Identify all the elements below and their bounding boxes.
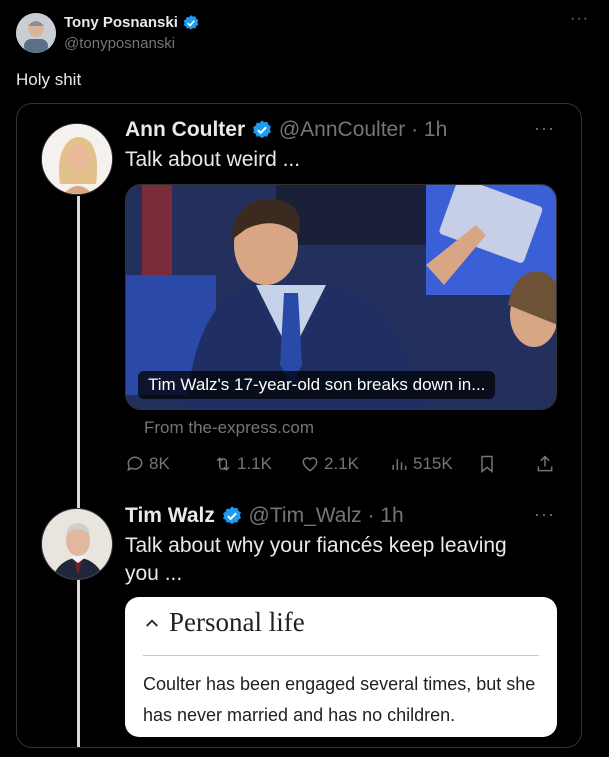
quoted-timestamp: · 1h — [411, 118, 448, 141]
link-card-image: Tim Walz's 17-year-old son breaks down i… — [125, 184, 557, 410]
verified-badge-icon — [183, 15, 199, 30]
more-options-icon: ··· — [534, 504, 555, 524]
like-count: 2.1K — [324, 454, 359, 473]
views-action: 515K — [389, 454, 453, 474]
quoted-author-row: Ann Coulter @AnnCoulter · 1h — [125, 118, 447, 142]
link-card-title: Tim Walz's 17-year-old son breaks down i… — [138, 371, 496, 399]
embedded-thread-image[interactable]: Ann Coulter @AnnCoulter · 1h ··· Talk ab… — [16, 103, 582, 748]
reply-action: 8K — [125, 454, 170, 474]
quoted-tweet-text: Talk about weird ... — [125, 148, 301, 171]
more-options-icon: ··· — [534, 118, 555, 138]
author-name-row[interactable]: Tony Posnanski — [64, 14, 200, 32]
quoted-author-handle: @AnnCoulter — [278, 118, 406, 141]
wiki-excerpt: Personal life Coulter has been engaged s… — [125, 597, 557, 737]
wiki-body-text: Coulter has been engaged several times, … — [143, 674, 536, 725]
reply-icon — [127, 456, 143, 472]
divider — [143, 655, 539, 656]
thread-connector — [77, 196, 80, 747]
more-options-icon[interactable]: ··· — [570, 10, 589, 28]
reply-avatar — [41, 508, 113, 580]
avatar[interactable] — [16, 13, 56, 53]
reply-author-handle: @Tim_Walz — [248, 504, 362, 527]
author-name[interactable]: Tony Posnanski — [64, 14, 178, 31]
repost-action: 1.1K — [213, 454, 272, 474]
verified-badge-icon — [253, 120, 271, 139]
bookmark-icon — [481, 455, 493, 474]
share-action — [535, 454, 555, 474]
verified-badge-icon — [222, 506, 241, 525]
share-icon — [537, 455, 553, 472]
like-action: 2.1K — [300, 454, 359, 474]
author-handle[interactable]: @tonyposnanski — [64, 35, 175, 52]
repost-count: 1.1K — [237, 454, 272, 473]
reply-tweet-text: Talk about why your fiancés keep leaving… — [125, 534, 507, 585]
reply-author-name: Tim Walz — [125, 504, 215, 527]
reply-count: 8K — [149, 454, 170, 473]
link-card-source: From the-express.com — [144, 418, 315, 437]
reply-timestamp: · 1h — [367, 504, 404, 527]
tweet-actions: 8K 1.1K 2.1K 515K — [125, 454, 565, 476]
tweet-text: Holy shit — [16, 70, 82, 89]
heart-icon — [302, 457, 318, 472]
views-icon — [392, 459, 407, 470]
wiki-heading: Personal life — [169, 607, 305, 637]
views-count: 515K — [413, 454, 453, 473]
repost-icon — [216, 457, 230, 471]
bookmark-action — [477, 454, 497, 474]
reply-author-row: Tim Walz @Tim_Walz · 1h — [125, 504, 404, 528]
chevron-up-icon — [146, 619, 158, 627]
quoted-author-name: Ann Coulter — [125, 118, 246, 141]
quoted-avatar — [41, 123, 113, 195]
